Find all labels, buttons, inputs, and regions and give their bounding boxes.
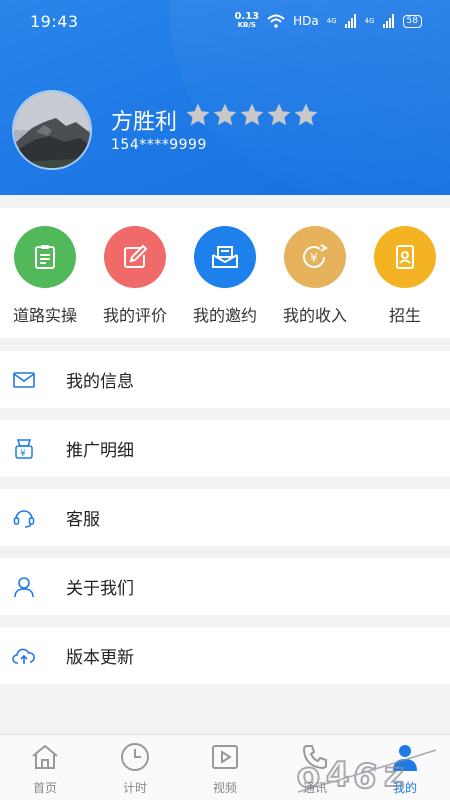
menu-item-label: 版本更新 xyxy=(66,648,134,668)
rating-stars xyxy=(185,102,319,128)
menu-item-customer-service[interactable]: 客服 xyxy=(0,489,450,546)
status-icons: 0.13 KB/S HDa 4G 4G 58 xyxy=(234,12,422,30)
wifi-icon xyxy=(267,14,285,28)
quick-actions: 道路实操 我的评价 我的邀约 ¥ 我的收入 招生 xyxy=(0,208,450,338)
signal-2-label: 4G xyxy=(364,17,375,25)
network-speed: 0.13 KB/S xyxy=(234,12,259,30)
recruit-icon xyxy=(374,226,436,288)
tab-home[interactable]: 首页 xyxy=(0,741,90,796)
video-icon xyxy=(180,741,270,773)
user-icon xyxy=(12,575,36,599)
tab-timer[interactable]: 计时 xyxy=(90,741,180,796)
income-icon: ¥ xyxy=(284,226,346,288)
quick-action-recruit[interactable]: 招生 xyxy=(360,226,450,326)
watermark-logo: o 4 6 z xyxy=(293,749,437,797)
signal-1-icon xyxy=(344,14,356,28)
hd-indicator: HDa xyxy=(293,14,319,28)
menu-item-version-update[interactable]: 版本更新 xyxy=(0,627,450,684)
status-time: 19:43 xyxy=(30,12,79,31)
user-phone: 154****9999 xyxy=(111,137,207,153)
tab-video[interactable]: 视频 xyxy=(180,741,270,796)
quick-action-road-practice[interactable]: 道路实操 xyxy=(0,226,90,326)
star-icon xyxy=(213,103,237,126)
battery-indicator: 58 xyxy=(402,14,422,28)
network-speed-value: 0.13 xyxy=(234,11,260,22)
menu-item-label: 我的信息 xyxy=(66,372,134,392)
star-icon xyxy=(267,103,291,126)
quick-action-label: 招生 xyxy=(388,306,421,325)
network-speed-unit: KB/S xyxy=(237,21,256,29)
star-icon xyxy=(294,103,318,126)
star-icon xyxy=(240,103,264,126)
promotion-icon: ¥ xyxy=(12,437,36,461)
profile-header: 19:43 0.13 KB/S HDa 4G 4G 58 方胜利 154****… xyxy=(0,0,450,195)
avatar-image xyxy=(14,92,90,168)
headset-icon xyxy=(12,506,36,530)
signal-2-icon xyxy=(382,14,394,28)
svg-text:4: 4 xyxy=(326,755,350,795)
clock-icon xyxy=(90,741,180,773)
quick-action-label: 我的邀约 xyxy=(192,306,257,325)
home-icon xyxy=(0,741,90,773)
menu-item-about-us[interactable]: 关于我们 xyxy=(0,558,450,615)
menu-item-label: 客服 xyxy=(66,510,100,530)
mail-icon xyxy=(12,368,36,392)
quick-action-my-reviews[interactable]: 我的评价 xyxy=(90,226,180,326)
signal-1-label: 4G xyxy=(326,17,337,25)
menu-item-my-info[interactable]: 我的信息 xyxy=(0,351,450,408)
edit-icon xyxy=(104,226,166,288)
user-name: 方胜利 xyxy=(111,110,178,135)
svg-text:o: o xyxy=(294,754,323,797)
quick-action-my-invitations[interactable]: 我的邀约 xyxy=(180,226,270,326)
avatar[interactable] xyxy=(12,90,92,170)
cloud-upload-icon xyxy=(12,644,36,668)
menu-item-label: 推广明细 xyxy=(66,441,134,461)
menu-item-label: 关于我们 xyxy=(66,579,134,599)
svg-text:¥: ¥ xyxy=(310,251,318,265)
tab-label: 视频 xyxy=(212,781,237,795)
svg-text:¥: ¥ xyxy=(20,449,26,459)
menu-item-promotion-details[interactable]: ¥ 推广明细 xyxy=(0,420,450,477)
tab-label: 首页 xyxy=(32,781,57,795)
quick-action-label: 我的收入 xyxy=(282,306,347,325)
star-icon xyxy=(186,103,210,126)
clipboard-icon xyxy=(14,226,76,288)
tab-label: 计时 xyxy=(122,781,147,795)
quick-action-label: 道路实操 xyxy=(12,306,77,325)
invitation-icon xyxy=(194,226,256,288)
quick-action-label: 我的评价 xyxy=(102,306,167,325)
quick-action-my-income[interactable]: ¥ 我的收入 xyxy=(270,226,360,326)
status-bar: 19:43 0.13 KB/S HDa 4G 4G 58 xyxy=(0,0,450,44)
